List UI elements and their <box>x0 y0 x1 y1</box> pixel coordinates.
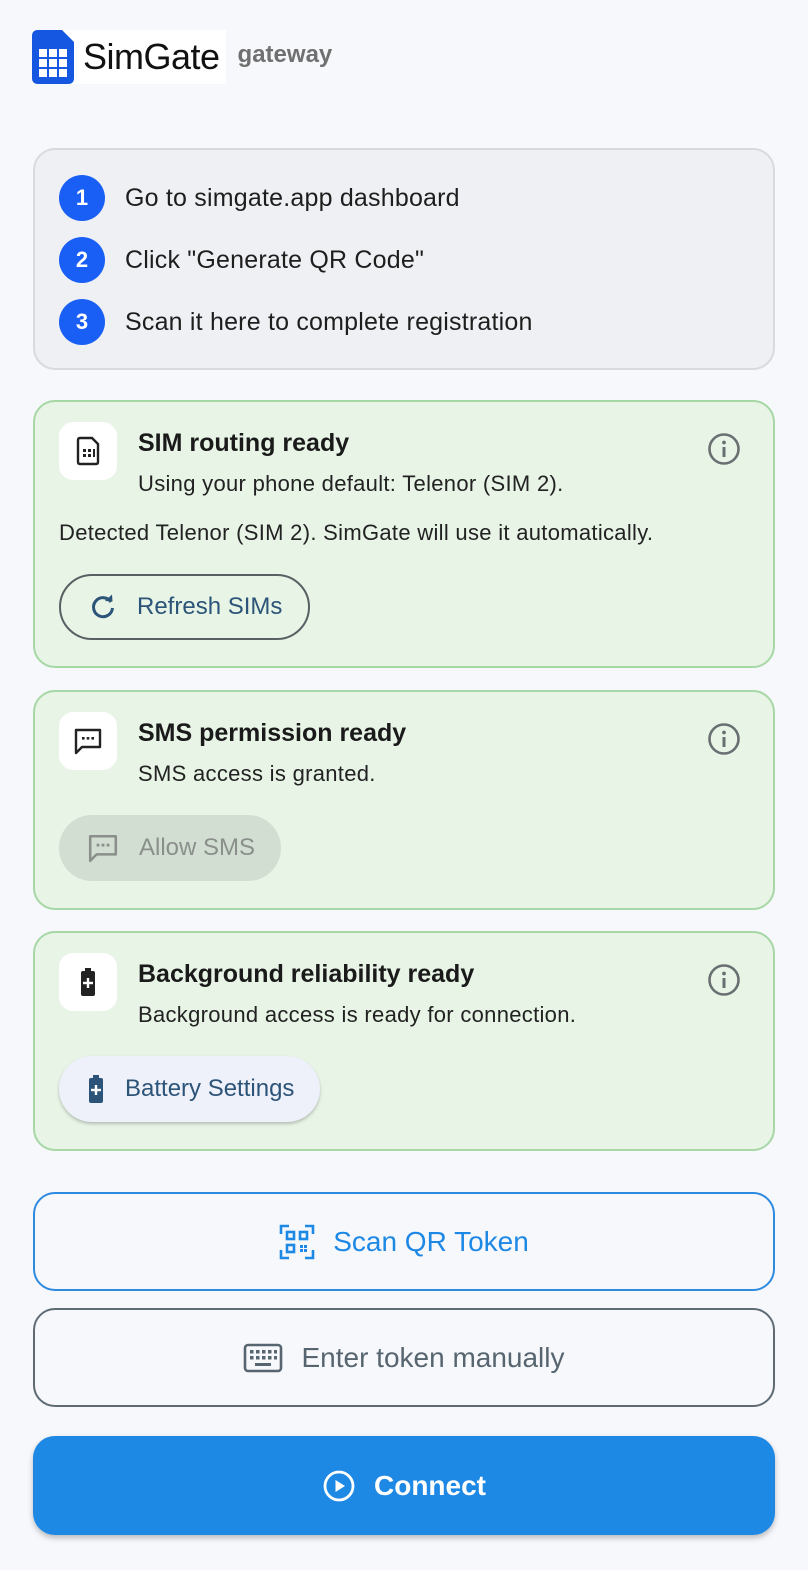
scan-qr-token-button[interactable]: Scan QR Token <box>33 1192 775 1291</box>
allow-sms-button[interactable]: Allow SMS <box>59 815 282 881</box>
sms-card-subtitle: SMS access is granted. <box>138 761 376 786</box>
step-text: Click "Generate QR Code" <box>125 245 425 274</box>
enter-token-manually-button[interactable]: Enter token manually <box>33 1308 775 1407</box>
info-icon[interactable] <box>707 722 741 756</box>
play-circle-icon <box>323 1470 355 1501</box>
sim-logo-icon <box>32 30 74 84</box>
battery-icon <box>89 1075 103 1103</box>
sms-permission-card: SMS permission ready SMS access is grant… <box>33 690 775 910</box>
battery-icon <box>59 953 117 1011</box>
brand-logo: SimGate <box>32 30 226 84</box>
step-item: 3 Scan it here to complete registration <box>59 299 533 345</box>
background-reliability-card: Background reliability ready Background … <box>33 931 775 1151</box>
battery-settings-button[interactable]: Battery Settings <box>59 1056 321 1122</box>
refresh-icon <box>92 594 114 619</box>
refresh-sims-label: Refresh SIMs <box>137 593 283 620</box>
allow-sms-label: Allow SMS <box>139 834 256 861</box>
step-number-badge: 1 <box>59 175 105 221</box>
connect-label: Connect <box>374 1469 486 1501</box>
info-icon[interactable] <box>707 432 741 466</box>
refresh-sims-button[interactable]: Refresh SIMs <box>59 574 311 640</box>
sms-card-title: SMS permission ready <box>138 719 407 747</box>
message-icon <box>59 712 117 770</box>
step-text: Scan it here to complete registration <box>125 307 533 336</box>
step-number-badge: 3 <box>59 299 105 345</box>
scan-qr-token-label: Scan QR Token <box>333 1225 529 1257</box>
sim-card-detail: Detected Telenor (SIM 2). SimGate will u… <box>59 520 654 545</box>
brand-name: SimGate <box>83 36 220 77</box>
step-item: 2 Click "Generate QR Code" <box>59 237 424 283</box>
sim-card-icon <box>59 422 117 480</box>
keyboard-icon <box>244 1343 283 1372</box>
sim-card-subtitle: Using your phone default: Telenor (SIM 2… <box>138 471 564 496</box>
battery-card-subtitle: Background access is ready for connectio… <box>138 1002 577 1027</box>
setup-steps-card: 1 Go to simgate.app dashboard 2 Click "G… <box>33 148 775 370</box>
battery-card-title: Background reliability ready <box>138 960 475 988</box>
connect-button[interactable]: Connect <box>33 1436 775 1535</box>
app-header: SimGate gateway <box>32 30 332 84</box>
step-text: Go to simgate.app dashboard <box>125 183 460 212</box>
brand-subtitle: gateway <box>237 41 333 68</box>
enter-token-manually-label: Enter token manually <box>301 1341 565 1373</box>
info-icon[interactable] <box>707 963 741 997</box>
message-icon <box>88 834 118 863</box>
sim-card-title: SIM routing ready <box>138 429 350 457</box>
qr-code-icon <box>279 1224 315 1259</box>
battery-settings-label: Battery Settings <box>125 1075 295 1102</box>
step-item: 1 Go to simgate.app dashboard <box>59 175 460 221</box>
step-number-badge: 2 <box>59 237 105 283</box>
sim-routing-card: SIM routing ready Using your phone defau… <box>33 400 775 668</box>
